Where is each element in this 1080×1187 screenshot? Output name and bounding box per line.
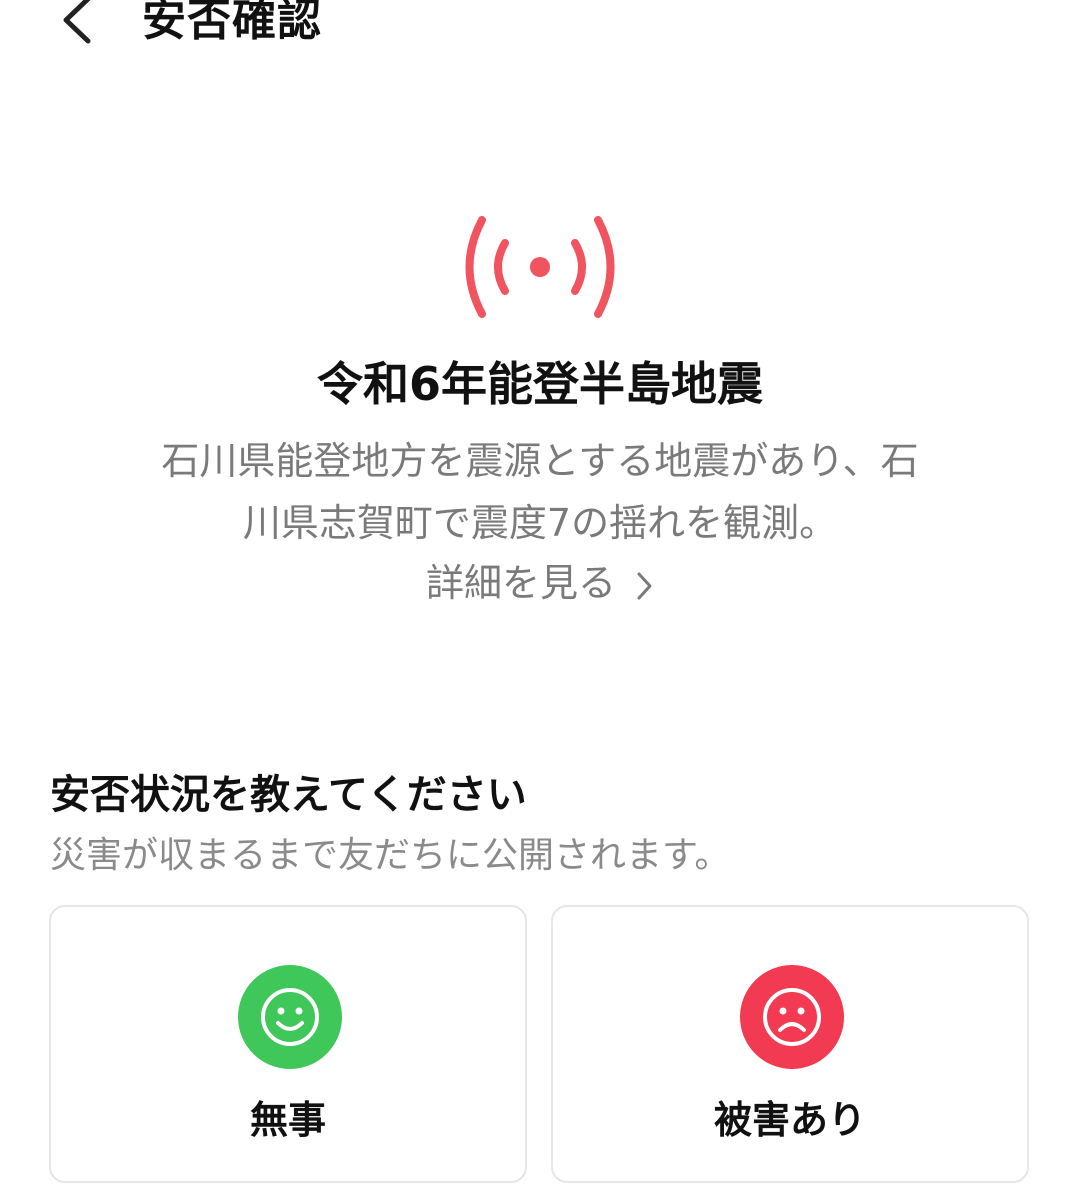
- broadcast-signal-icon: [465, 216, 615, 318]
- status-heading: 安否状況を教えてください: [50, 772, 527, 818]
- page-title: 安否確認: [142, 0, 322, 46]
- damage-option-button[interactable]: 被害あり: [551, 905, 1029, 1183]
- safe-option-button[interactable]: 無事: [49, 905, 527, 1183]
- event-description: 石川県能登地方を震源とする地震があり、石川県志賀町で震度7の揺れを観測。: [161, 439, 919, 545]
- safety-check-screen: 安否確認 令和6年能登半島地震 石川県能登地方を震源とする地震があり、石川県志賀…: [0, 0, 1080, 1187]
- back-button[interactable]: [48, 0, 108, 50]
- safe-option-label: 無事: [249, 1098, 326, 1142]
- smile-face-icon: [238, 965, 342, 1069]
- chevron-right-icon: [637, 572, 652, 599]
- sad-face-icon: [740, 965, 844, 1069]
- header: 安否確認: [0, 0, 1080, 52]
- chevron-left-icon: [63, 0, 91, 44]
- damage-option-label: 被害あり: [713, 1098, 866, 1142]
- details-link-label: 詳細を見る: [425, 561, 616, 605]
- status-subtext: 災害が収まるまで友だちに公開されます。: [50, 835, 731, 876]
- event-title: 令和6年能登半島地震: [316, 357, 763, 411]
- details-link[interactable]: 詳細を見る: [0, 552, 1080, 607]
